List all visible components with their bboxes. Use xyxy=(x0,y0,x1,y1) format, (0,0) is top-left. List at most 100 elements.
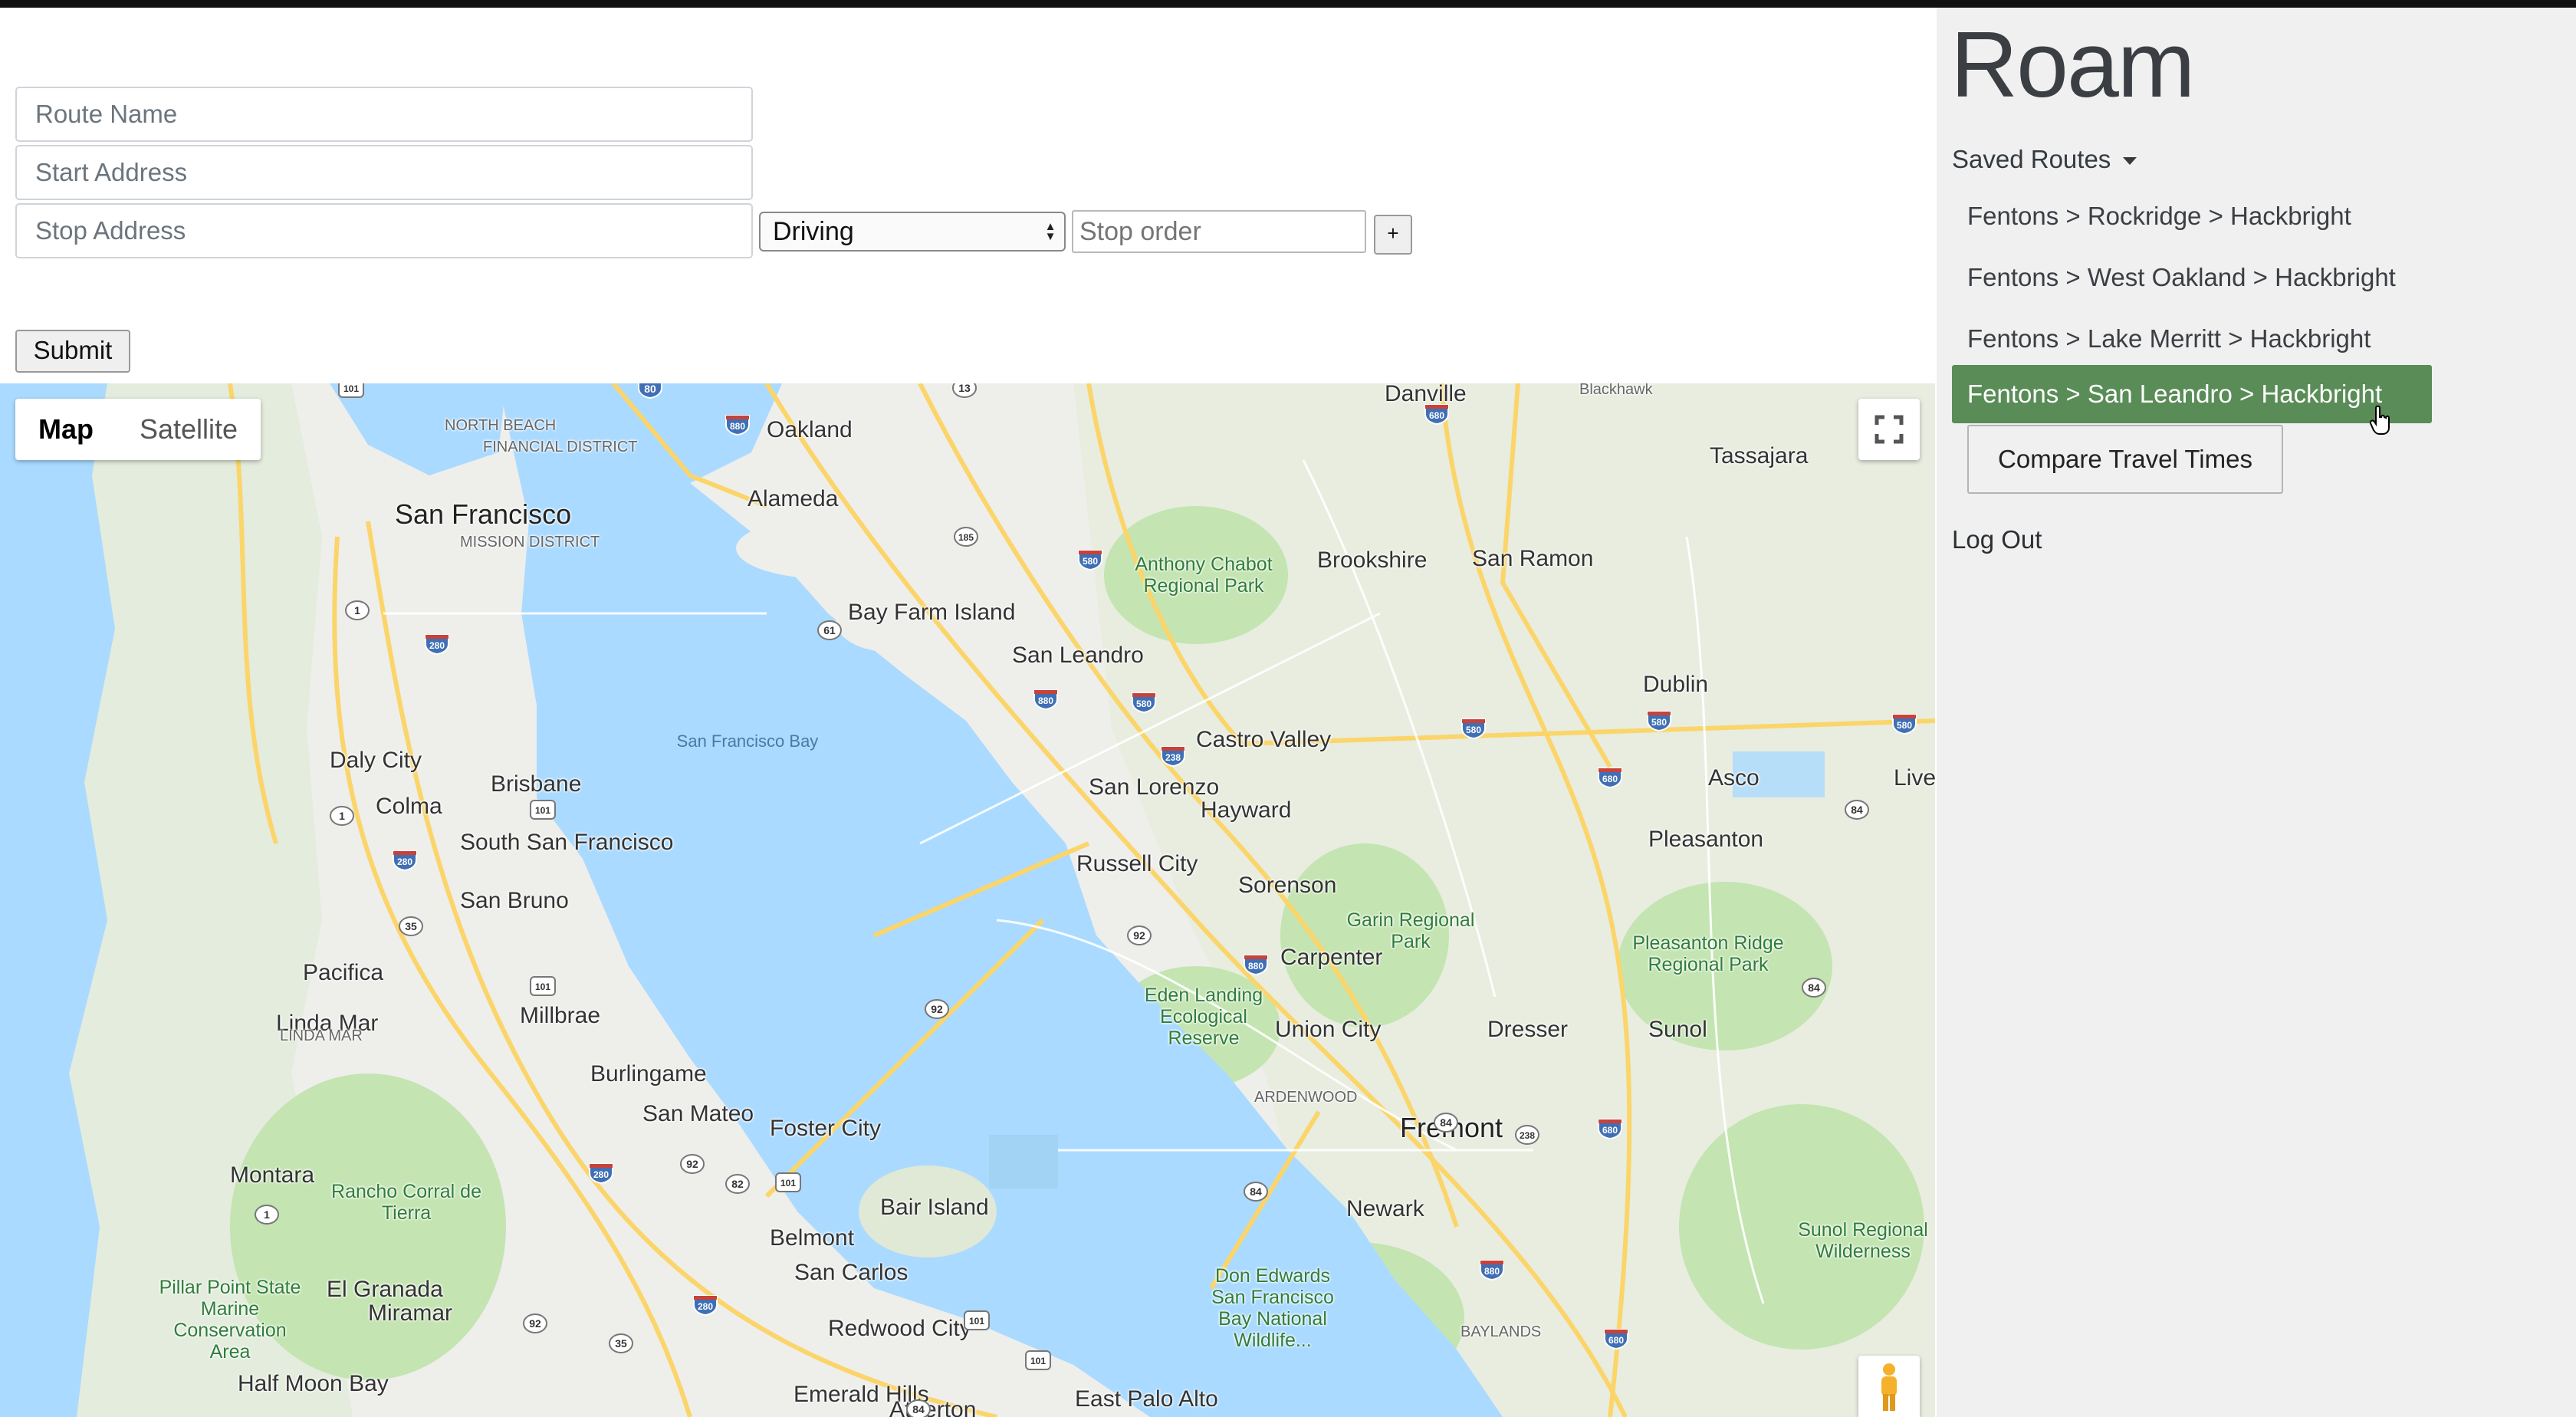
highway-shield-icon: 580 xyxy=(1076,549,1104,570)
map-place-label: LINDA MAR xyxy=(280,1027,363,1044)
map-place-label: Redwood City xyxy=(828,1316,971,1341)
map-place-label: San Francisco xyxy=(395,498,572,530)
map-place-label: Blackhawk xyxy=(1579,383,1653,398)
highway-shield-number: 35 xyxy=(615,1337,627,1350)
map-place-label: San Lorenzo xyxy=(1089,774,1220,800)
map-place-label: Castro Valley xyxy=(1196,727,1332,752)
highway-shield-number: 84 xyxy=(1808,981,1820,994)
map-place-label: Sunol Regional Wilderness xyxy=(1798,1219,1928,1262)
map-place-label: San Francisco Bay xyxy=(676,732,819,751)
map-place-label: Sunol xyxy=(1648,1017,1707,1042)
map-place-label: Russell City xyxy=(1076,851,1198,876)
highway-shield-number: 101 xyxy=(535,981,550,992)
saved-route-item[interactable]: Fentons > Rockridge > Hackbright xyxy=(1952,187,2432,245)
highway-shield-number: 101 xyxy=(535,805,550,816)
map-place-label: Pleasanton Ridge Regional Park xyxy=(1632,932,1784,975)
saved-routes-dropdown-toggle[interactable]: Saved Routes xyxy=(1952,138,2137,181)
fullscreen-button[interactable] xyxy=(1858,399,1920,460)
highway-shield-number: 84 xyxy=(1440,1116,1452,1129)
highway-shield-number: 84 xyxy=(1851,804,1863,816)
highway-shield-number: 35 xyxy=(405,920,417,932)
highway-shield-number: 101 xyxy=(1030,1356,1046,1366)
fullscreen-icon xyxy=(1875,415,1904,444)
highway-shield-icon: 1 xyxy=(328,805,356,827)
highway-shield-number: 680 xyxy=(1602,774,1618,784)
map-place-label: Pillar Point State Marine Conservation A… xyxy=(159,1277,301,1363)
log-out-link[interactable]: Log Out xyxy=(1952,518,2042,561)
map-place-label: Brookshire xyxy=(1317,547,1428,573)
highway-shield-icon: 280 xyxy=(587,1162,615,1184)
map-place-label: FINANCIAL DISTRICT xyxy=(483,439,638,455)
map-place-label: San Carlos xyxy=(794,1260,909,1285)
saved-routes-label: Saved Routes xyxy=(1952,145,2111,173)
highway-shield-number: 13 xyxy=(958,383,971,394)
highway-shield-number: 280 xyxy=(397,856,412,867)
saved-route-item[interactable]: Fentons > Lake Merritt > Hackbright xyxy=(1952,310,2432,368)
highway-shield-icon: 84 xyxy=(1432,1112,1460,1133)
map-place-label: Pacifica xyxy=(303,960,384,985)
map-place-label: Sorenson xyxy=(1238,873,1337,898)
route-name-input[interactable] xyxy=(15,87,753,142)
highway-shield-icon: 580 xyxy=(1460,718,1487,739)
highway-shield-icon: 880 xyxy=(1242,954,1270,975)
hand-cursor-icon xyxy=(2369,405,2390,435)
highway-shield-icon: 680 xyxy=(1596,767,1624,788)
highway-shield-number: 880 xyxy=(730,421,745,432)
highway-shield-number: 880 xyxy=(1484,1266,1500,1277)
highway-shield-icon: 580 xyxy=(1891,713,1918,735)
highway-shield-icon: 101 xyxy=(337,383,365,399)
highway-shield-number: 1 xyxy=(339,810,345,822)
highway-shield-icon: 101 xyxy=(529,975,557,997)
highway-shield-icon: 1 xyxy=(253,1204,281,1225)
map-type-map-button[interactable]: Map xyxy=(15,399,117,460)
highway-shield-number: 185 xyxy=(958,532,974,543)
saved-route-item[interactable]: Fentons > West Oakland > Hackbright xyxy=(1952,248,2432,307)
highway-shield-number: 238 xyxy=(1520,1130,1535,1141)
highway-shield-icon: 35 xyxy=(397,916,425,937)
highway-shield-icon: 92 xyxy=(521,1313,549,1334)
add-stop-button[interactable]: + xyxy=(1374,215,1412,255)
highway-shield-icon: 580 xyxy=(1645,710,1673,732)
street-view-pegman-button[interactable] xyxy=(1858,1356,1920,1417)
sidebar: Roam Saved Routes Fentons > Rockridge > … xyxy=(1937,8,2576,1417)
map-place-label: Anthony Chabot Regional Park xyxy=(1135,554,1273,597)
map-place-label: Oakland xyxy=(767,417,853,442)
stop-order-input[interactable] xyxy=(1072,210,1366,253)
map-canvas[interactable]: Map Satellite Danville Blackhawk Oakland NO… xyxy=(0,383,1935,1417)
highway-shield-icon: 280 xyxy=(423,633,451,655)
highway-shield-number: 82 xyxy=(731,1178,744,1190)
map-place-label: Montara xyxy=(230,1162,315,1188)
map-place-label: Colma xyxy=(376,794,442,819)
map-place-label: Hayward xyxy=(1201,797,1292,823)
highway-shield-number: 84 xyxy=(1250,1185,1262,1198)
map-place-label: Dublin xyxy=(1643,672,1709,697)
highway-shield-number: 101 xyxy=(969,1316,984,1327)
highway-shield-number: 580 xyxy=(1651,717,1667,728)
highway-shield-number: 92 xyxy=(529,1317,541,1330)
map-place-label: San Leandro xyxy=(1012,643,1144,668)
stop-address-input[interactable] xyxy=(15,203,753,258)
highway-shield-icon: 84 xyxy=(1242,1181,1270,1202)
highway-shield-number: 680 xyxy=(1602,1125,1618,1136)
map-place-label: Millbrae xyxy=(520,1003,601,1028)
compare-travel-times-button[interactable]: Compare Travel Times xyxy=(1967,425,2283,494)
route-form: Driving ▲▼ + Submit xyxy=(0,8,1937,383)
submit-button[interactable]: Submit xyxy=(15,330,130,373)
highway-shield-number: 280 xyxy=(593,1169,609,1180)
map-type-satellite-button[interactable]: Satellite xyxy=(117,399,261,460)
saved-route-item-active[interactable]: Fentons > San Leandro > Hackbright xyxy=(1952,365,2432,423)
start-address-input[interactable] xyxy=(15,145,753,200)
highway-shield-number: 680 xyxy=(1429,410,1444,421)
highway-shield-icon: 680 xyxy=(1423,403,1451,425)
highway-shield-icon: 84 xyxy=(1843,799,1871,820)
map-place-label: El Granada xyxy=(327,1277,443,1302)
highway-shield-icon: 101 xyxy=(1024,1350,1052,1371)
travel-mode-select[interactable]: Driving xyxy=(759,212,1066,252)
map-place-label: Miramar xyxy=(368,1300,452,1326)
map-place-label: Daly City xyxy=(330,748,422,773)
map-place-label: Carpenter xyxy=(1280,945,1383,970)
highway-shield-icon: 238 xyxy=(1159,745,1187,767)
highway-shield-icon: 92 xyxy=(923,998,951,1020)
map-place-label: Half Moon Bay xyxy=(238,1371,389,1396)
highway-shield-icon: 101 xyxy=(963,1310,991,1331)
